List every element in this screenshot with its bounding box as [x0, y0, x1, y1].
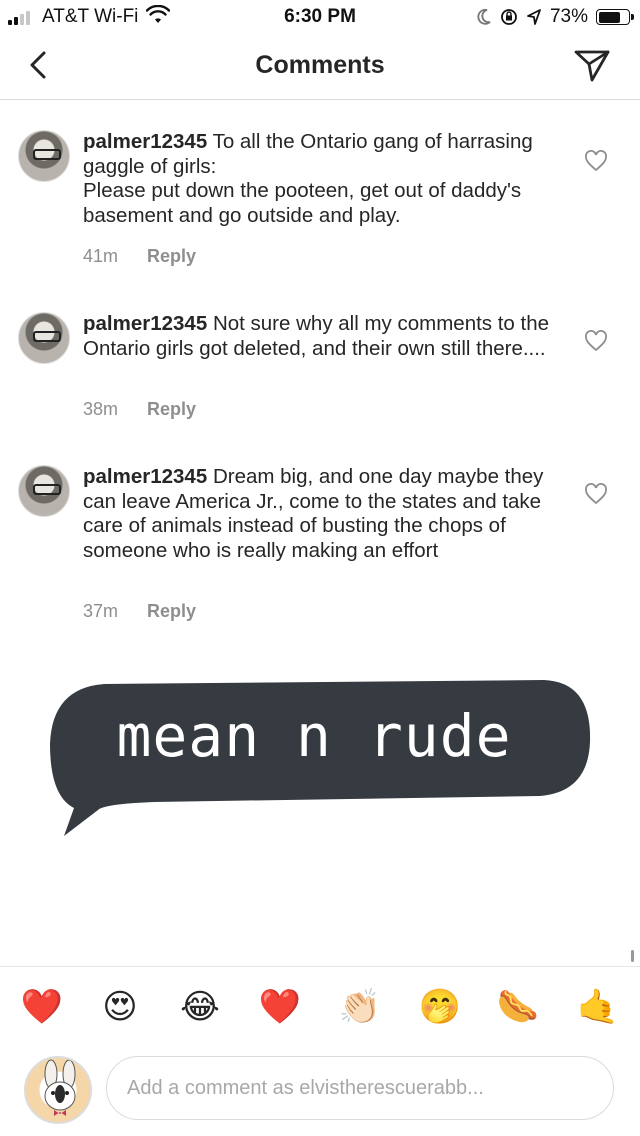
- heart-eyes-icon[interactable]: 😍: [98, 985, 142, 1029]
- commenter-avatar[interactable]: [18, 465, 70, 517]
- comment-body: palmer12345 To all the Ontario gang of h…: [83, 130, 563, 228]
- share-send-button[interactable]: [572, 44, 612, 84]
- battery-fill: [598, 11, 620, 23]
- clapping-hands-icon[interactable]: 👏🏻: [338, 985, 382, 1029]
- emoji-reaction-bar: ❤️ 😍 😂 ❤️ 👏🏻 🤭 🌭 🤙: [0, 966, 640, 1048]
- battery-icon: [596, 9, 634, 25]
- nav-bar: Comments: [0, 36, 640, 100]
- comment-time: 38m: [83, 399, 119, 419]
- comment-meta: 38m Reply: [83, 399, 196, 420]
- red-heart-icon[interactable]: ❤️: [258, 985, 302, 1029]
- like-heart-icon[interactable]: [584, 330, 608, 352]
- comment-input[interactable]: [106, 1056, 614, 1120]
- page-title: Comments: [255, 51, 385, 79]
- comment-meta: 37m Reply: [83, 601, 196, 622]
- do-not-disturb-moon-icon: [477, 8, 491, 25]
- commenter-avatar[interactable]: [18, 312, 70, 364]
- like-heart-icon[interactable]: [584, 150, 608, 172]
- comment-composer: [0, 1048, 640, 1136]
- hand-over-mouth-icon[interactable]: 🤭: [418, 985, 462, 1029]
- commenter-avatar[interactable]: [18, 130, 70, 182]
- hot-dog-icon[interactable]: 🌭: [496, 985, 540, 1029]
- scroll-indicator: [631, 950, 634, 962]
- tears-of-joy-icon[interactable]: 😂: [178, 985, 222, 1029]
- orientation-lock-icon: [501, 9, 517, 25]
- reply-button[interactable]: Reply: [147, 601, 196, 621]
- comment-meta: 41m Reply: [83, 246, 196, 267]
- status-bar: AT&T Wi-Fi 6:30 PM 73%: [0, 0, 640, 36]
- status-right-group: 73%: [476, 6, 634, 28]
- rabbit-avatar-icon: [44, 1059, 76, 1116]
- comment-text-continued: Please put down the pooteen, get out of …: [83, 179, 522, 227]
- location-arrow-icon: [527, 9, 541, 25]
- like-heart-icon[interactable]: [584, 483, 608, 505]
- comment-username[interactable]: palmer12345: [83, 130, 207, 153]
- sticker-text: mean n rude: [116, 702, 512, 770]
- comment-body: palmer12345 Dream big, and one day maybe…: [83, 465, 563, 563]
- comment-username[interactable]: palmer12345: [83, 465, 207, 488]
- reply-button[interactable]: Reply: [147, 399, 196, 419]
- comment-username[interactable]: palmer12345: [83, 312, 207, 335]
- comment-time: 41m: [83, 246, 119, 266]
- red-heart-icon[interactable]: ❤️: [20, 985, 64, 1029]
- call-me-hand-icon[interactable]: 🤙: [576, 985, 620, 1029]
- comments-screen: AT&T Wi-Fi 6:30 PM 73% Comments palmer12…: [0, 0, 640, 1136]
- comment-body: palmer12345 Not sure why all my comments…: [83, 312, 563, 361]
- comment-time: 37m: [83, 601, 119, 621]
- reply-button[interactable]: Reply: [147, 246, 196, 266]
- current-user-avatar: [24, 1056, 92, 1124]
- battery-percent: 73%: [549, 6, 588, 27]
